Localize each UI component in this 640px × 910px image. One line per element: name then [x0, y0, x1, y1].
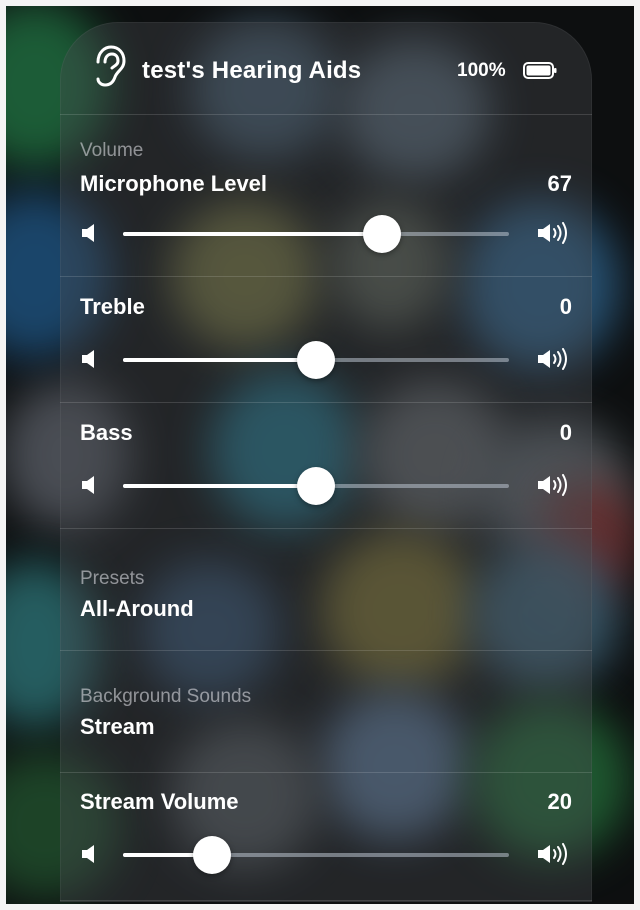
background-sounds-caption: Background Sounds — [80, 686, 252, 707]
stream-volume-slider[interactable] — [123, 836, 509, 874]
divider — [60, 772, 592, 773]
treble-value: 0 — [559, 294, 572, 319]
slider-thumb[interactable] — [297, 467, 335, 505]
bass-section: Bass 0 — [60, 402, 592, 528]
slider-thumb[interactable] — [362, 215, 401, 253]
bass-value: 0 — [559, 420, 572, 445]
microphone-level-value: 67 — [547, 171, 572, 196]
battery-percentage: 100% — [457, 60, 506, 81]
divider — [60, 276, 592, 277]
presets-caption: Presets — [80, 568, 145, 589]
panel-header: test's Hearing Aids 100% — [60, 22, 592, 114]
volume-caption: Volume — [80, 140, 144, 161]
treble-label: Treble — [80, 294, 145, 319]
slider-thumb[interactable] — [192, 836, 231, 874]
speaker-high-icon — [538, 843, 567, 865]
speaker-high-icon — [538, 348, 567, 370]
divider — [60, 114, 592, 115]
slider-thumb[interactable] — [297, 341, 335, 379]
stream-volume-label: Stream Volume — [80, 789, 239, 814]
hearing-controls-panel: test's Hearing Aids 100% Volume Micropho… — [60, 22, 592, 902]
speaker-low-icon — [82, 350, 94, 368]
treble-section: Treble 0 — [60, 276, 592, 402]
speaker-high-icon — [538, 222, 567, 244]
device-title: test's Hearing Aids — [142, 57, 362, 84]
speaker-low-icon — [82, 476, 94, 494]
stream-volume-section: Stream Volume 20 — [60, 772, 592, 902]
microphone-level-slider[interactable] — [123, 215, 509, 253]
divider — [60, 650, 592, 651]
bass-slider[interactable] — [123, 467, 509, 505]
background-sounds-row[interactable]: Background Sounds Stream — [60, 650, 592, 772]
treble-slider[interactable] — [123, 341, 509, 379]
stream-volume-value: 20 — [547, 789, 572, 814]
ear-icon — [96, 45, 126, 87]
background-sounds-value: Stream — [80, 714, 155, 739]
battery-icon — [523, 62, 557, 79]
bass-label: Bass — [80, 420, 133, 445]
speaker-low-icon — [82, 224, 94, 242]
speaker-high-icon — [538, 474, 567, 496]
microphone-level-label: Microphone Level — [80, 171, 268, 196]
presets-row[interactable]: Presets All-Around — [60, 528, 592, 650]
divider — [60, 528, 592, 529]
microphone-level-section: Volume Microphone Level 67 — [60, 114, 592, 276]
divider — [60, 402, 592, 403]
speaker-low-icon — [82, 845, 94, 863]
presets-value: All-Around — [80, 596, 194, 621]
divider — [60, 900, 592, 901]
